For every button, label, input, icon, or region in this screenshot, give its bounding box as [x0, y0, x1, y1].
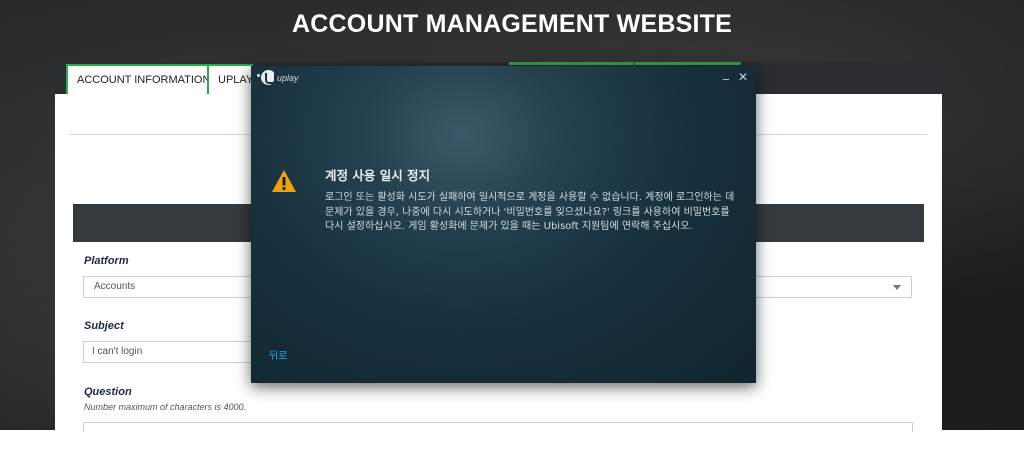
uplay-wordmark: uplay — [277, 73, 299, 83]
platform-select[interactable]: Accounts — [83, 276, 253, 298]
logo-dot — [257, 74, 260, 77]
question-textarea[interactable] — [83, 422, 913, 432]
warning-icon — [272, 170, 296, 192]
question-label: Question — [84, 386, 132, 398]
tab-indicator — [635, 62, 741, 65]
subject-label: Subject — [84, 320, 124, 332]
site-title: ACCOUNT MANAGEMENT WEBSITE — [292, 10, 732, 38]
chevron-down-icon — [893, 285, 901, 290]
subject-input[interactable]: I can't login — [83, 341, 253, 363]
tab-account-information[interactable]: ACCOUNT INFORMATION — [66, 64, 222, 94]
account-suspended-dialog: uplay _ ✕ 계정 사용 일시 정지 로그인 또는 활성화 시도가 실패하… — [251, 66, 756, 383]
close-button[interactable]: ✕ — [738, 70, 748, 84]
platform-label: Platform — [84, 255, 129, 267]
tab-uplay[interactable]: UPLAY — [207, 64, 253, 94]
dialog-message: 로그인 또는 활성화 시도가 실패하여 일시적으로 계정을 사용할 수 없습니다… — [325, 192, 735, 232]
platform-select-right[interactable] — [755, 276, 912, 298]
page-bottom-strip — [0, 430, 1024, 467]
back-link[interactable]: 뒤로 — [269, 347, 287, 362]
minimize-button[interactable]: _ — [723, 66, 729, 80]
tab-active-indicator — [509, 62, 634, 65]
dialog-title: 계정 사용 일시 정지 — [325, 168, 431, 183]
question-char-limit-note: Number maximum of characters is 4000. — [84, 402, 247, 412]
uplay-logo-icon — [261, 70, 276, 85]
